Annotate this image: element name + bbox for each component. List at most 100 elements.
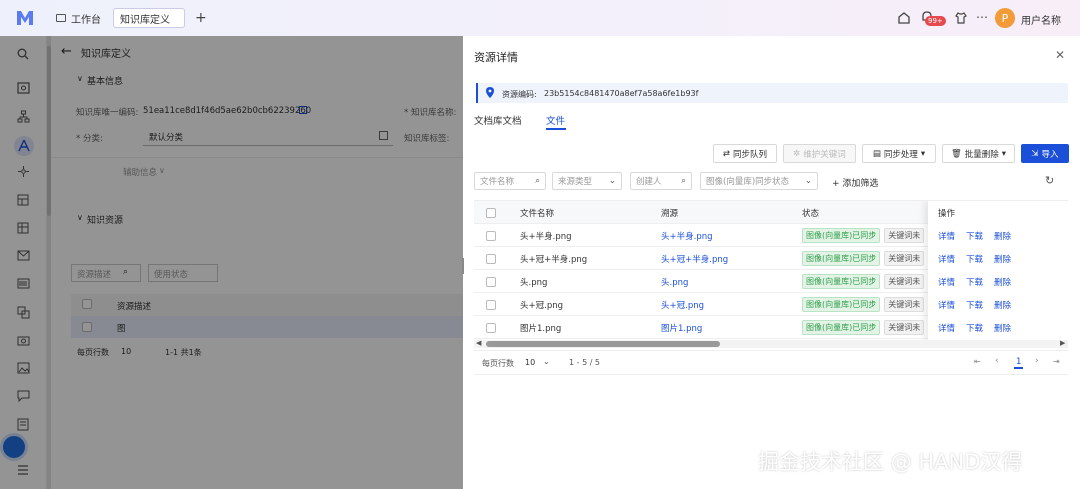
download-link[interactable]: 下载 [966,299,983,311]
sync-process-button[interactable]: ▤ 同步处理 ▾ [862,144,936,163]
sync-status-badge: 图像(向量库)已同步 [802,320,881,335]
tab-kb-definition[interactable]: 知识库定义 [113,8,185,28]
delete-link[interactable]: 删除 [994,299,1011,311]
keyword-status-badge: 关键词未 [884,320,925,335]
tab-active-indicator [546,128,566,130]
sync-icon: ⇄ [722,148,731,159]
row-actions: 详情 下载 删除 [938,247,1011,270]
detail-link[interactable]: 详情 [938,230,955,242]
source-type-filter[interactable]: 来源类型 ⌄ [552,172,622,190]
col-ops: 操作 [938,208,956,219]
trash-icon: 🗑 [950,148,962,159]
caret-down-icon: ▾ [920,148,926,159]
home-icon[interactable] [897,11,911,28]
last-page-icon[interactable]: ⇥ [1053,357,1060,366]
select-all-checkbox[interactable] [486,201,496,224]
row-checkbox[interactable] [486,293,496,316]
keyword-status-badge: 关键词未 [884,251,925,266]
row-checkbox[interactable] [486,270,496,293]
close-icon[interactable]: ✕ [1055,48,1065,62]
scroll-right-icon[interactable]: ▶ [1060,339,1065,347]
search-icon: ⌕ [681,176,686,186]
first-page-icon[interactable]: ⇤ [974,357,981,366]
process-icon: ▤ [872,148,881,159]
row-actions: 详情 下载 删除 [938,270,1011,293]
download-link[interactable]: 下载 [966,253,983,265]
download-link[interactable]: 下载 [966,322,983,334]
download-link[interactable]: 下载 [966,276,983,288]
keyword-status-badge: 关键词未 [884,297,925,312]
keyword-status-badge: 关键词未 [884,228,925,243]
source-link[interactable]: 头.png [661,270,688,293]
refresh-icon[interactable]: ↻ [1045,174,1054,187]
location-pin-icon [486,87,494,101]
pager-size-select[interactable]: 10 [525,358,535,367]
file-name-cell: 头+冠.png [520,300,564,311]
top-bar: 工作台 知识库定义 + 99+ ⋯ P 用户名称 [0,0,1080,36]
notification-badge: 99+ [925,16,946,26]
maintain-keywords-button[interactable]: ✲ 维护关键词 [783,144,856,163]
detail-link[interactable]: 详情 [938,299,955,311]
sync-status-badge: 图像(向量库)已同步 [802,297,881,312]
status-cell: 图像(向量库)已同步 关键词未 [802,224,925,247]
pager-label: 每页行数 [482,359,514,368]
avatar[interactable]: P [995,8,1015,28]
col-status: 状态 [802,208,820,219]
row-checkbox[interactable] [486,316,496,339]
download-link[interactable]: 下载 [966,230,983,242]
scroll-left-icon[interactable]: ◀ [476,339,481,347]
file-name-cell: 头+半身.png [520,231,572,242]
keyword-status-badge: 关键词未 [884,274,925,289]
chevron-down-icon: ⌄ [804,176,812,186]
status-cell: 图像(向量库)已同步 关键词未 [802,293,925,316]
tab-workbench[interactable]: 工作台 [56,8,101,28]
status-cell: 图像(向量库)已同步 关键词未 [802,316,925,339]
col-source: 溯源 [661,208,679,219]
resource-code-value: 23b5154c8481470a8ef7a58a6fe1b93f [544,89,699,98]
row-checkbox[interactable] [486,247,496,270]
resource-code-label: 资源编码: [502,90,537,99]
delete-link[interactable]: 删除 [994,276,1011,288]
sync-queue-button[interactable]: ⇄ 同步队列 [713,144,777,163]
detail-link[interactable]: 详情 [938,322,955,334]
file-name-filter[interactable]: 文件名称 ⌕ [474,172,546,190]
batch-delete-button[interactable]: 🗑 批量删除 ▾ [942,144,1015,163]
prev-page-icon[interactable]: ‹ [995,356,999,366]
resize-handle[interactable] [462,258,464,274]
app-logo-icon[interactable] [16,9,34,30]
add-tab-button[interactable]: + [195,8,207,28]
detail-link[interactable]: 详情 [938,276,955,288]
more-icon[interactable]: ⋯ [976,10,988,24]
delete-link[interactable]: 删除 [994,253,1011,265]
sync-status-filter[interactable]: 图像(向量库)同步状态 ⌄ [700,172,818,190]
add-filter-button[interactable]: + 添加筛选 [832,176,878,189]
sync-status-badge: 图像(向量库)已同步 [802,228,881,243]
file-name-cell: 图片1.png [520,323,562,334]
source-link[interactable]: 头+冠.png [661,293,704,316]
delete-link[interactable]: 删除 [994,230,1011,242]
source-link[interactable]: 图片1.png [661,316,702,339]
creator-filter[interactable]: 创建人 ⌕ [630,172,692,190]
page-number[interactable]: 1 [1014,357,1024,369]
source-link[interactable]: 头+半身.png [661,224,713,247]
modal-mask[interactable] [0,36,463,489]
sync-status-badge: 图像(向量库)已同步 [802,274,881,289]
table-scrollbar-thumb[interactable] [486,341,720,347]
shirt-icon[interactable] [954,11,968,28]
row-checkbox[interactable] [486,224,496,247]
search-icon: ⌕ [535,176,540,186]
import-button[interactable]: ⇲ 导入 [1021,144,1069,163]
keyword-icon: ✲ [793,148,801,159]
user-name[interactable]: 用户名称 [1021,12,1061,27]
next-page-icon[interactable]: › [1035,356,1039,366]
chevron-down-icon[interactable]: ⌄ [543,357,550,366]
status-cell: 图像(向量库)已同步 关键词未 [802,270,925,293]
tab-doc-library[interactable]: 文档库文档 [474,113,522,127]
delete-link[interactable]: 删除 [994,322,1011,334]
detail-link[interactable]: 详情 [938,253,955,265]
file-name-cell: 头+冠+半身.png [520,254,588,265]
source-link[interactable]: 头+冠+半身.png [661,247,728,270]
plus-icon: + [832,179,843,189]
pager-range: 1 - 5 / 5 [569,358,601,367]
tab-files[interactable]: 文件 [546,113,565,127]
